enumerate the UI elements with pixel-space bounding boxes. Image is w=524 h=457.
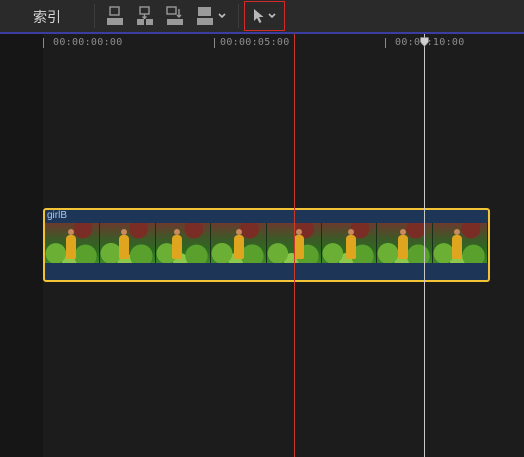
video-clip[interactable]: girlB — [43, 208, 490, 282]
append-clip-icon — [107, 6, 123, 25]
clip-frame-thumbnail — [45, 223, 101, 263]
clip-frame-thumbnail — [321, 223, 378, 263]
overwrite-clip-icon — [196, 7, 213, 25]
ruler-tick-label: 00:00:00:00 — [53, 37, 123, 48]
arrow-select-icon — [253, 9, 263, 23]
ruler-tick — [43, 38, 44, 48]
toolbar-divider — [94, 4, 95, 28]
ruler-tick-label: 00:00:05:00 — [220, 37, 290, 48]
connect-clip-button[interactable] — [164, 4, 186, 28]
playhead-handle-icon[interactable] — [420, 37, 429, 47]
playhead-line[interactable] — [424, 34, 425, 457]
ruler-tick — [214, 38, 215, 48]
timeline-toolbar: 索引 — [0, 0, 524, 33]
append-clip-button[interactable] — [104, 4, 126, 28]
index-button[interactable]: 索引 — [33, 7, 61, 27]
chevron-down-icon — [217, 13, 226, 19]
ruler-tick-label: 00:00:10:00 — [395, 37, 465, 48]
select-tool-menu[interactable] — [244, 1, 285, 31]
clip-frame-thumbnail — [432, 223, 488, 263]
toolbar-divider — [238, 4, 239, 28]
skimmer-line — [294, 34, 295, 457]
clip-frame-thumbnail — [155, 223, 212, 263]
clip-filmstrip — [45, 223, 488, 263]
insert-clip-button[interactable] — [134, 4, 156, 28]
insert-clip-icon — [137, 6, 153, 25]
connect-clip-icon — [166, 6, 183, 25]
clip-name: girlB — [47, 210, 68, 221]
ruler-tick — [385, 38, 386, 48]
clip-frame-thumbnail — [100, 223, 156, 263]
clip-frame-thumbnail — [211, 223, 267, 263]
timeline-left-gutter — [0, 34, 43, 457]
chevron-down-icon — [267, 13, 276, 19]
timecode-ruler[interactable]: 00:00:00:00 00:00:05:00 00:00:10:00 — [43, 34, 524, 52]
overwrite-clip-menu[interactable] — [194, 4, 228, 28]
